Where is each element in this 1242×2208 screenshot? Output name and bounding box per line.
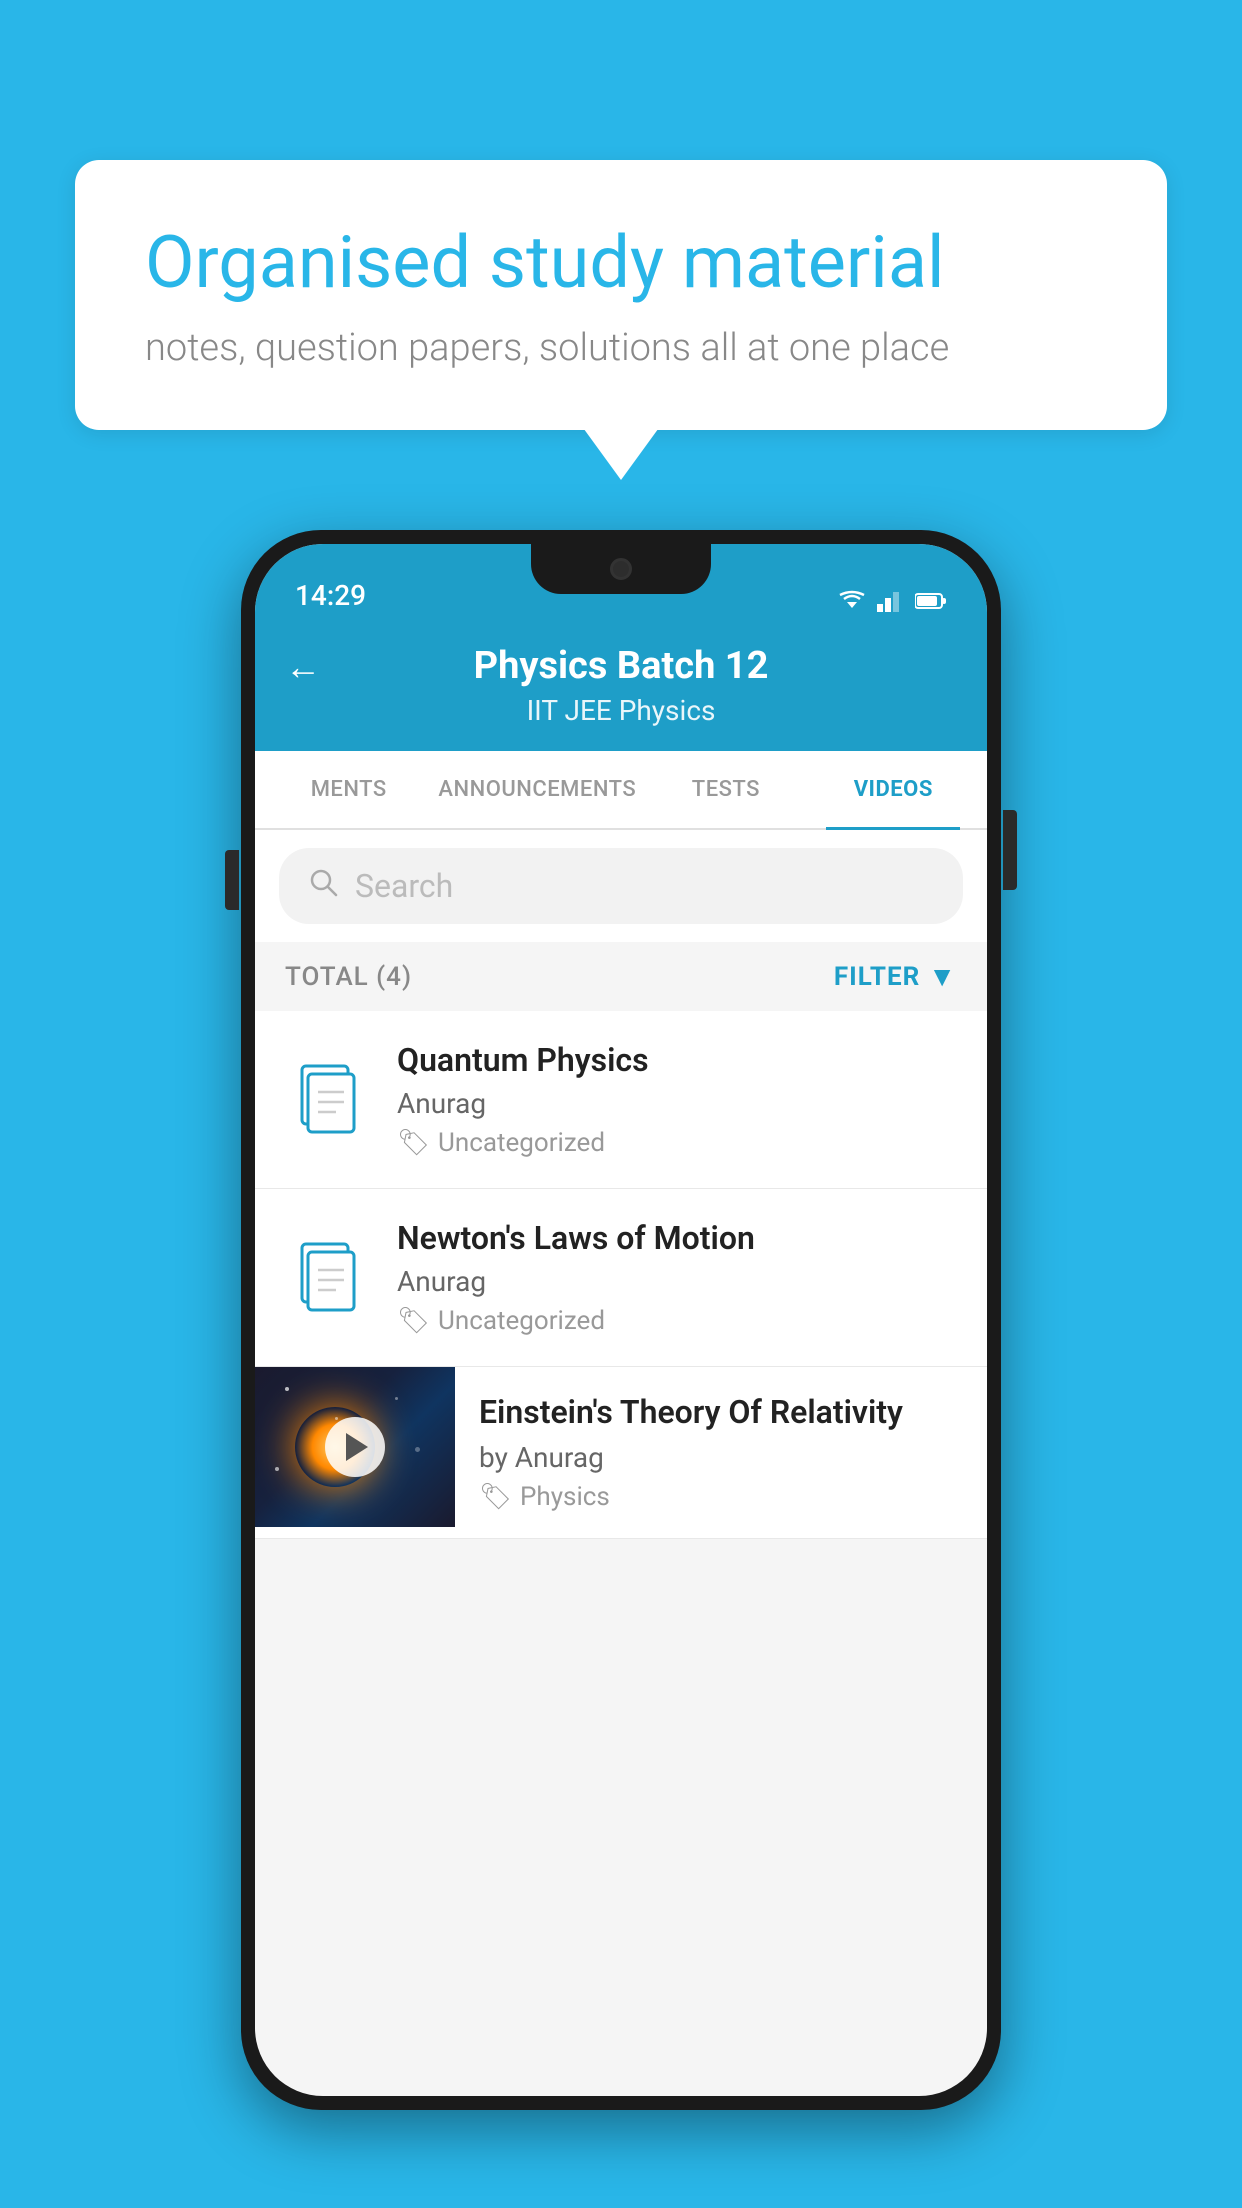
header-title: Physics Batch 12 — [474, 644, 769, 688]
tab-videos[interactable]: VIDEOS — [810, 751, 977, 828]
list-item[interactable]: Einstein's Theory Of Relativity by Anura… — [255, 1367, 987, 1539]
app-header: ← Physics Batch 12 IIT JEE Physics — [255, 624, 987, 751]
list-item[interactable]: Quantum Physics Anurag 🏷 Uncategorized — [255, 1011, 987, 1189]
search-box[interactable]: Search — [279, 848, 963, 924]
video-title: Einstein's Theory Of Relativity — [479, 1393, 963, 1431]
battery-icon — [915, 592, 947, 610]
tag-icon: 🏷 — [397, 1306, 430, 1336]
video-author: by Anurag — [479, 1441, 963, 1474]
back-button[interactable]: ← — [285, 646, 321, 688]
status-icons — [837, 590, 947, 612]
tab-tests[interactable]: TESTS — [642, 751, 809, 828]
phone-inner: 14:29 — [255, 544, 987, 2096]
video-author: Anurag — [397, 1265, 959, 1298]
play-icon — [346, 1433, 368, 1461]
tabs-bar: MENTS ANNOUNCEMENTS TESTS VIDEOS — [255, 751, 987, 830]
video-info: Newton's Laws of Motion Anurag 🏷 Uncateg… — [397, 1219, 959, 1336]
bubble-title: Organised study material — [145, 220, 1097, 306]
total-count: TOTAL (4) — [285, 962, 412, 992]
list-item[interactable]: Newton's Laws of Motion Anurag 🏷 Uncateg… — [255, 1189, 987, 1367]
tag-icon: 🏷 — [397, 1128, 430, 1158]
document-icon — [283, 1233, 373, 1323]
search-placeholder: Search — [355, 867, 453, 905]
video-tag: 🏷 Uncategorized — [397, 1128, 959, 1158]
filter-icon: ▼ — [928, 960, 957, 993]
video-author: Anurag — [397, 1087, 959, 1120]
content-area: Quantum Physics Anurag 🏷 Uncategorized — [255, 1011, 987, 1539]
notch-camera — [610, 558, 632, 580]
search-container: Search — [255, 830, 987, 942]
header-subtitle: IIT JEE Physics — [527, 694, 716, 727]
speech-bubble: Organised study material notes, question… — [75, 160, 1167, 430]
tab-ments[interactable]: MENTS — [265, 751, 432, 828]
filter-button[interactable]: FILTER ▼ — [834, 960, 957, 993]
video-title: Quantum Physics — [397, 1041, 959, 1079]
search-icon — [307, 866, 339, 906]
bubble-subtitle: notes, question papers, solutions all at… — [145, 326, 1097, 370]
signal-icon — [877, 590, 905, 612]
document-icon — [283, 1055, 373, 1145]
tab-announcements[interactable]: ANNOUNCEMENTS — [432, 751, 642, 828]
video-info: Quantum Physics Anurag 🏷 Uncategorized — [397, 1041, 959, 1158]
status-time: 14:29 — [295, 579, 366, 612]
tag-icon: 🏷 — [479, 1482, 512, 1512]
phone-wrapper: 14:29 — [241, 530, 1001, 2110]
video-tag: 🏷 Physics — [479, 1482, 963, 1512]
video-info: Einstein's Theory Of Relativity by Anura… — [455, 1367, 987, 1538]
video-tag: 🏷 Uncategorized — [397, 1306, 959, 1336]
filter-bar: TOTAL (4) FILTER ▼ — [255, 942, 987, 1011]
wifi-icon — [837, 590, 867, 612]
video-thumbnail — [255, 1367, 455, 1527]
notch — [531, 544, 711, 594]
phone-outer: 14:29 — [241, 530, 1001, 2110]
play-button[interactable] — [325, 1417, 385, 1477]
video-title: Newton's Laws of Motion — [397, 1219, 959, 1257]
